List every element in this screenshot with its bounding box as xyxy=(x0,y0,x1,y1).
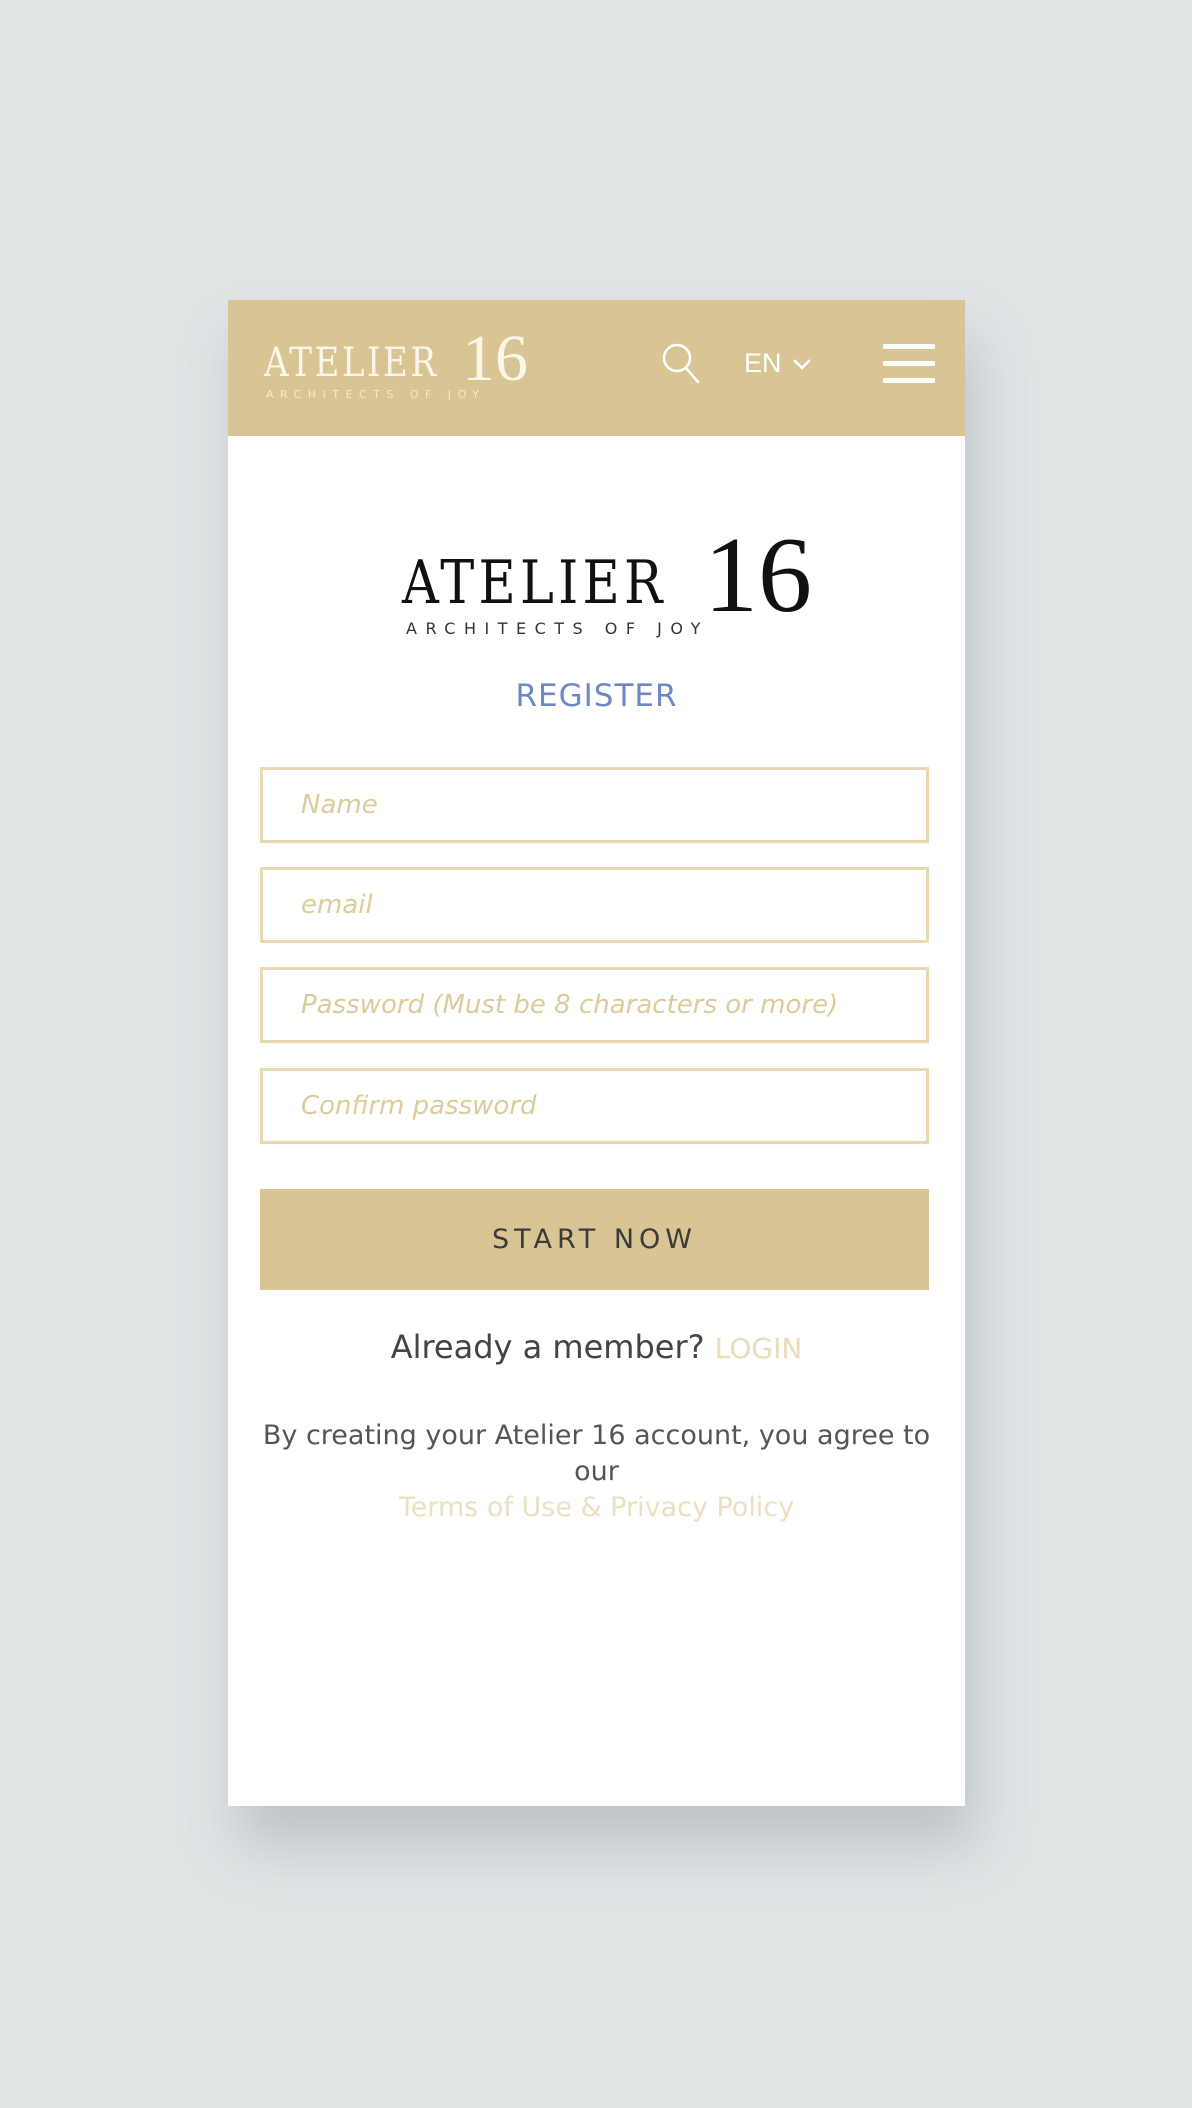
agreement-text: By creating your Atelier 16 account, you… xyxy=(262,1420,931,1487)
terms-privacy-link[interactable]: Terms of Use & Privacy Policy xyxy=(258,1490,935,1526)
search-icon xyxy=(662,343,700,384)
name-field xyxy=(260,767,929,843)
hamburger-menu-icon xyxy=(883,344,935,349)
page-title: REGISTER xyxy=(515,678,678,714)
terms-agreement: By creating your Atelier 16 account, you… xyxy=(258,1418,935,1526)
start-now-button[interactable]: START NOW xyxy=(260,1189,929,1290)
confirm-password-field xyxy=(260,1068,929,1144)
login-prompt-text: Already a member? xyxy=(390,1328,705,1366)
name-input[interactable] xyxy=(263,770,926,840)
logo-word: ATELIER xyxy=(264,340,439,386)
language-selector[interactable]: EN xyxy=(744,348,812,379)
search-button[interactable] xyxy=(660,340,704,388)
brand-logo-tagline: ARCHITECTS OF JOY xyxy=(406,619,709,638)
confirm-password-input[interactable] xyxy=(263,1071,926,1141)
site-header: ATELIER 16 ARCHITECTS OF JOY EN xyxy=(228,300,965,436)
brand-logo-number: 16 xyxy=(704,516,812,635)
hamburger-line xyxy=(883,378,935,383)
logo-tagline: ARCHITECTS OF JOY xyxy=(266,388,486,401)
brand-logo-word: ATELIER xyxy=(402,548,667,618)
hamburger-line xyxy=(883,361,935,366)
register-card: ATELIER 16 ARCHITECTS OF JOY EN ATELIER … xyxy=(228,300,965,1806)
password-field xyxy=(260,967,929,1043)
email-field xyxy=(260,867,929,943)
logo-number: 16 xyxy=(462,322,528,395)
language-label: EN xyxy=(744,348,782,378)
email-input[interactable] xyxy=(263,870,926,940)
password-input[interactable] xyxy=(263,970,926,1040)
brand-logo: ATELIER 16 ARCHITECTS OF JOY xyxy=(402,522,812,646)
chevron-down-icon xyxy=(792,358,811,370)
login-link[interactable]: LOGIN xyxy=(715,1332,803,1365)
hamburger-menu-button[interactable] xyxy=(883,344,935,386)
login-prompt: Already a member? LOGIN xyxy=(228,1328,965,1366)
